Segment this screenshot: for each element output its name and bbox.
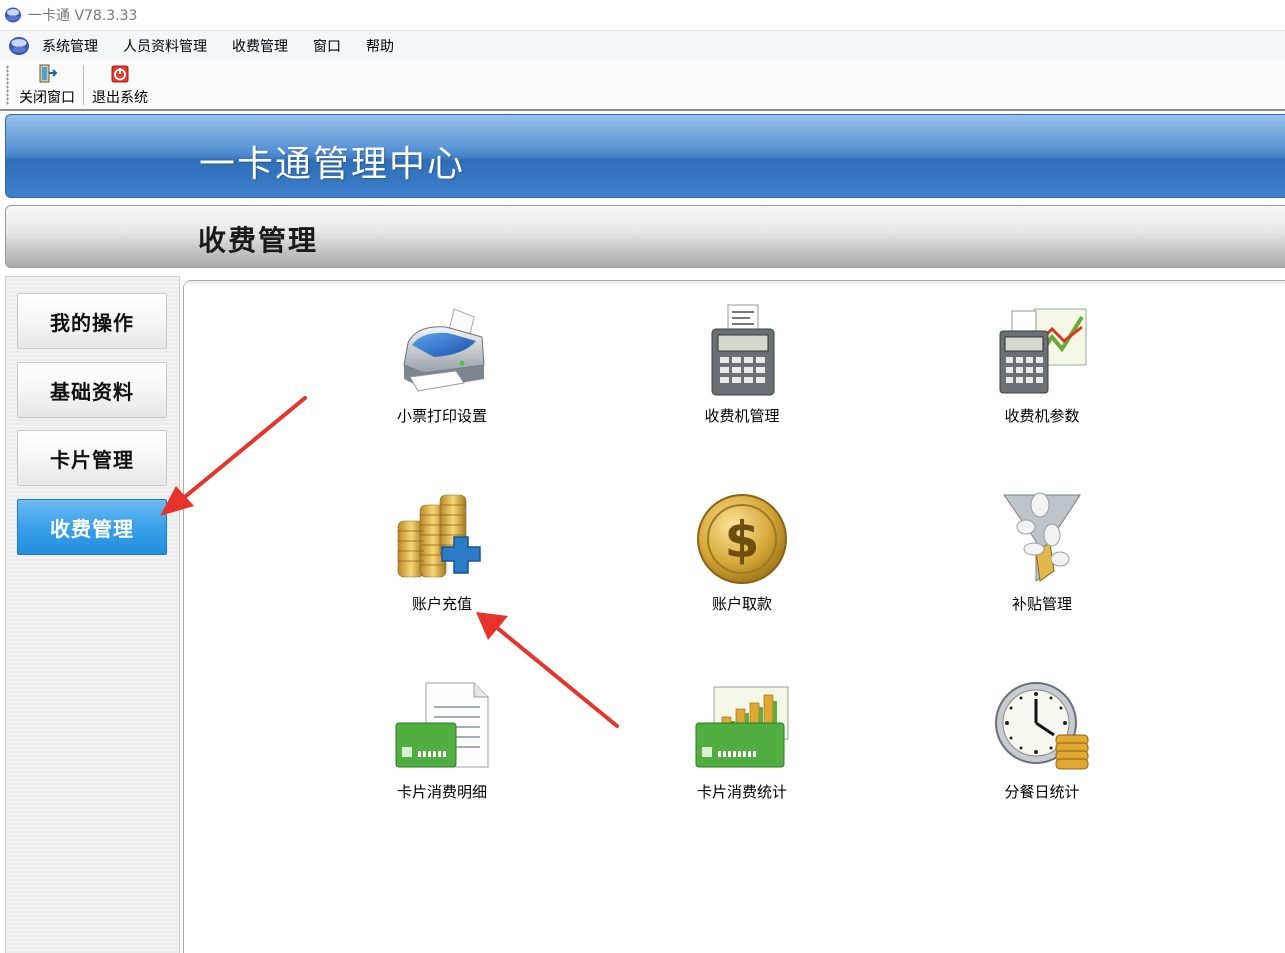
tile-account-recharge[interactable]: 账户充值: [362, 491, 522, 614]
pos-terminal-icon: [711, 304, 775, 396]
card-barchart-icon: [695, 686, 789, 768]
tile-label: 分餐日统计: [1004, 783, 1080, 801]
close-window-label: 关闭窗口: [19, 90, 75, 106]
exit-system-button[interactable]: 退出系统: [84, 60, 156, 108]
tile-meal-daily-statistics[interactable]: 分餐日统计: [962, 679, 1122, 802]
menu-item-help[interactable]: 帮助: [366, 36, 394, 56]
menu-item-charging[interactable]: 收费管理: [232, 36, 288, 56]
menu-bar: 系统管理 人员资料管理 收费管理 窗口 帮助: [0, 30, 1285, 60]
tile-label: 卡片消费明细: [396, 783, 487, 801]
tile-pos-parameters[interactable]: 收费机参数: [962, 303, 1122, 426]
sidebar: 我的操作 基础资料 卡片管理 收费管理: [5, 276, 180, 953]
tile-receipt-print-settings[interactable]: 小票打印设置: [362, 303, 522, 426]
content-panel: 小票打印设置 收费机管理 收费机参数 账户充值 $ 账户取款 补贴管理 卡片消费…: [183, 280, 1285, 953]
section-title: 收费管理: [198, 224, 319, 257]
exit-system-label: 退出系统: [92, 90, 148, 106]
dollar-coin-icon: $: [697, 494, 787, 584]
sidebar-item-my-operations[interactable]: 我的操作: [17, 293, 167, 349]
app-window: 一卡通 V78.3.33 系统管理 人员资料管理 收费管理 窗口 帮助 关闭窗口: [0, 0, 1285, 953]
tile-label: 账户充值: [411, 595, 472, 613]
tile-subsidy-management[interactable]: 补贴管理: [962, 491, 1122, 614]
sidebar-item-card-management[interactable]: 卡片管理: [17, 430, 167, 486]
tile-label: 补贴管理: [1011, 595, 1072, 613]
close-window-icon: [39, 64, 58, 83]
sidebar-item-basic-data[interactable]: 基础资料: [17, 362, 167, 418]
pos-chart-icon: [999, 308, 1087, 394]
close-window-button[interactable]: 关闭窗口: [11, 60, 83, 108]
window-title: 一卡通 V78.3.33: [28, 8, 138, 24]
tile-label: 小票打印设置: [396, 407, 487, 425]
section-header: 收费管理: [5, 205, 1285, 268]
tile-card-consumption-statistics[interactable]: 卡片消费统计: [662, 679, 822, 802]
tile-pos-management[interactable]: 收费机管理: [662, 303, 822, 426]
toolbar-grip[interactable]: [6, 65, 9, 105]
banner-title: 一卡通管理中心: [199, 144, 466, 185]
sidebar-item-charging-management[interactable]: 收费管理: [17, 499, 167, 555]
header-banner: 一卡通管理中心: [5, 114, 1285, 198]
tile-label: 收费机参数: [1004, 407, 1080, 425]
tile-card-consumption-details[interactable]: 卡片消费明细: [362, 679, 522, 802]
tile-account-withdrawal[interactable]: $ 账户取款: [662, 491, 822, 614]
tile-label: 卡片消费统计: [696, 783, 787, 801]
toolbar: 关闭窗口 退出系统: [0, 60, 1285, 111]
coins-plus-icon: [397, 494, 481, 578]
printer-icon: [403, 308, 485, 392]
card-document-icon: [395, 682, 489, 768]
menu-item-system[interactable]: 系统管理: [42, 36, 98, 56]
menu-logo-icon[interactable]: [8, 35, 30, 57]
title-bar: 一卡通 V78.3.33: [0, 0, 1285, 30]
svg-text:$: $: [725, 511, 760, 569]
menu-item-window[interactable]: 窗口: [313, 36, 341, 56]
exit-system-icon: [111, 65, 129, 83]
menu-item-personnel[interactable]: 人员资料管理: [123, 36, 207, 56]
funnel-coins-icon: [1003, 492, 1081, 582]
clock-coins-icon: [995, 682, 1089, 770]
app-logo-icon: [5, 7, 21, 23]
tile-label: 收费机管理: [704, 407, 780, 425]
tile-label: 账户取款: [711, 595, 772, 613]
